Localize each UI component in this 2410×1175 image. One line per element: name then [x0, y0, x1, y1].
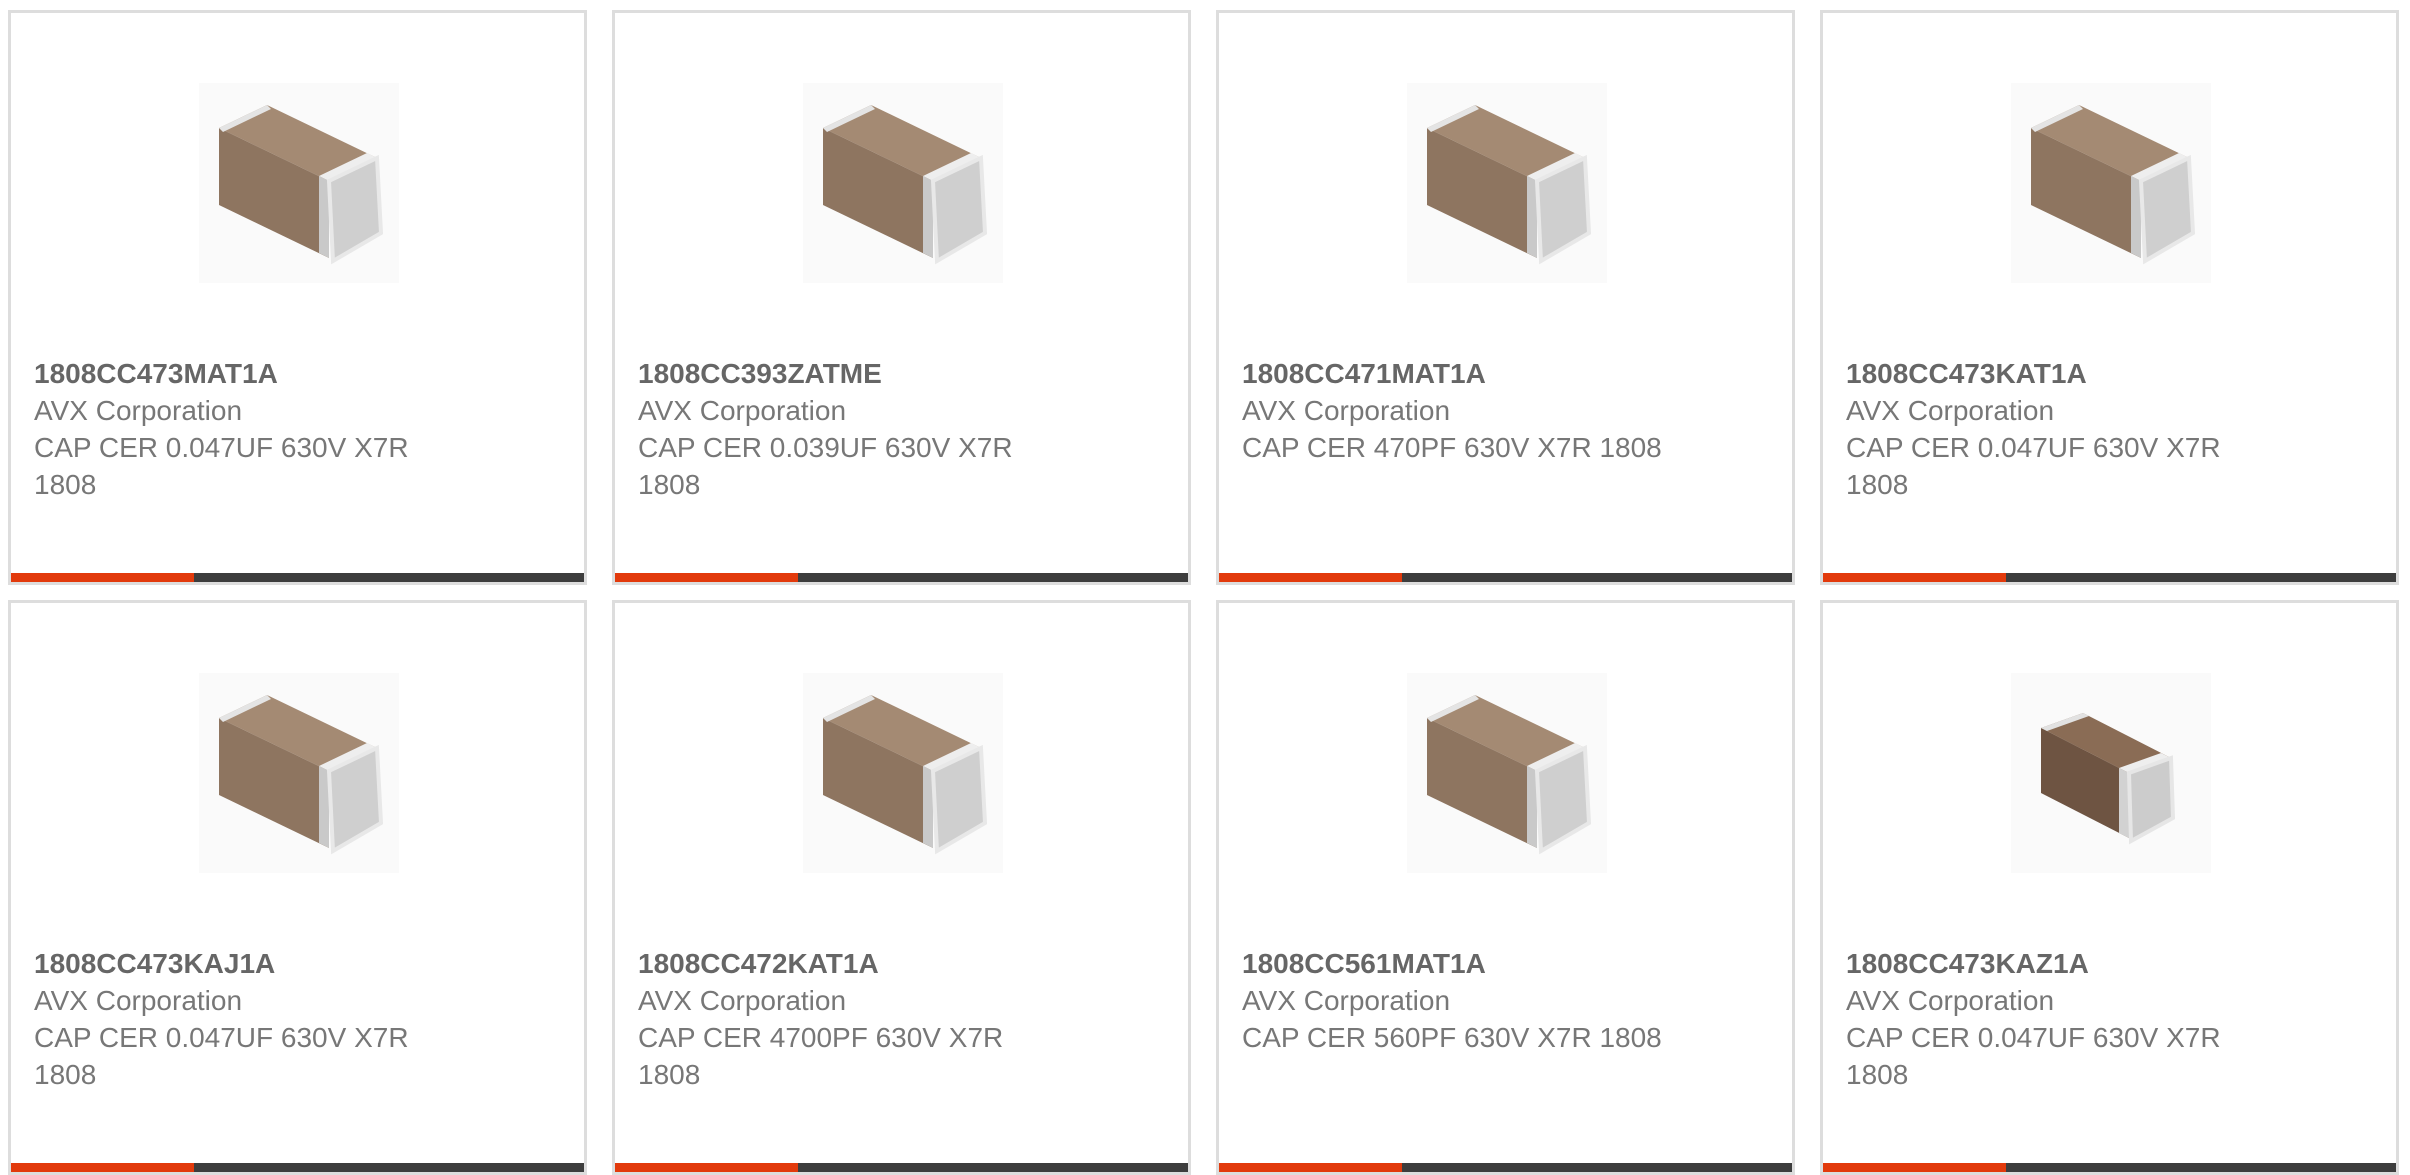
card-footer-bar	[1219, 573, 1792, 582]
product-card[interactable]: 1808CC472KAT1A AVX Corporation CAP CER 4…	[612, 600, 1191, 1175]
manufacturer-name: AVX Corporation	[1242, 985, 1451, 1016]
accent-bar	[1219, 1163, 1402, 1172]
accent-bar	[615, 573, 798, 582]
part-number-link[interactable]: 1808CC471MAT1A	[1242, 355, 1672, 392]
product-description: CAP CER 0.047UF 630V X7R 1808	[34, 1022, 409, 1090]
product-info: 1808CC393ZATME AVX Corporation CAP CER 0…	[638, 355, 1068, 503]
part-number-link[interactable]: 1808CC473KAZ1A	[1846, 945, 2276, 982]
accent-bar	[1219, 573, 1402, 582]
product-info: 1808CC473KAZ1A AVX Corporation CAP CER 0…	[1846, 945, 2276, 1093]
product-description: CAP CER 0.039UF 630V X7R 1808	[638, 432, 1013, 500]
accent-bar	[11, 573, 194, 582]
accent-bar	[1823, 573, 2006, 582]
product-description: CAP CER 560PF 630V X7R 1808	[1242, 1022, 1662, 1053]
card-footer-bar	[11, 573, 584, 582]
product-description: CAP CER 4700PF 630V X7R 1808	[638, 1022, 1004, 1090]
product-description: CAP CER 470PF 630V X7R 1808	[1242, 432, 1662, 463]
product-card[interactable]: 1808CC473MAT1A AVX Corporation CAP CER 0…	[8, 10, 587, 585]
product-card[interactable]: 1808CC393ZATME AVX Corporation CAP CER 0…	[612, 10, 1191, 585]
part-number-link[interactable]: 1808CC561MAT1A	[1242, 945, 1672, 982]
product-description: CAP CER 0.047UF 630V X7R 1808	[1846, 432, 2221, 500]
product-card[interactable]: 1808CC473KAJ1A AVX Corporation CAP CER 0…	[8, 600, 587, 1175]
ceramic-capacitor-icon[interactable]	[1407, 83, 1607, 283]
part-number-link[interactable]: 1808CC473KAJ1A	[34, 945, 464, 982]
ceramic-capacitor-icon[interactable]	[2011, 83, 2211, 283]
ceramic-capacitor-icon[interactable]	[1407, 673, 1607, 873]
product-description: CAP CER 0.047UF 630V X7R 1808	[34, 432, 409, 500]
part-number-link[interactable]: 1808CC473KAT1A	[1846, 355, 2276, 392]
product-info: 1808CC561MAT1A AVX Corporation CAP CER 5…	[1242, 945, 1672, 1056]
manufacturer-name: AVX Corporation	[1846, 985, 2055, 1016]
ceramic-capacitor-icon[interactable]	[803, 83, 1003, 283]
manufacturer-name: AVX Corporation	[638, 395, 847, 426]
part-number-link[interactable]: 1808CC473MAT1A	[34, 355, 464, 392]
product-description: CAP CER 0.047UF 630V X7R 1808	[1846, 1022, 2221, 1090]
product-card[interactable]: 1808CC561MAT1A AVX Corporation CAP CER 5…	[1216, 600, 1795, 1175]
part-number-link[interactable]: 1808CC393ZATME	[638, 355, 1068, 392]
accent-bar	[615, 1163, 798, 1172]
product-info: 1808CC473KAT1A AVX Corporation CAP CER 0…	[1846, 355, 2276, 503]
dark-ceramic-capacitor-icon[interactable]	[2011, 673, 2211, 873]
ceramic-capacitor-icon[interactable]	[803, 673, 1003, 873]
product-info: 1808CC473KAJ1A AVX Corporation CAP CER 0…	[34, 945, 464, 1093]
manufacturer-name: AVX Corporation	[34, 985, 243, 1016]
product-card[interactable]: 1808CC471MAT1A AVX Corporation CAP CER 4…	[1216, 10, 1795, 585]
card-footer-bar	[615, 1163, 1188, 1172]
manufacturer-name: AVX Corporation	[638, 985, 847, 1016]
card-footer-bar	[1823, 1163, 2396, 1172]
manufacturer-name: AVX Corporation	[34, 395, 243, 426]
accent-bar	[1823, 1163, 2006, 1172]
product-info: 1808CC471MAT1A AVX Corporation CAP CER 4…	[1242, 355, 1672, 466]
part-number-link[interactable]: 1808CC472KAT1A	[638, 945, 1068, 982]
product-grid: 1808CC473MAT1A AVX Corporation CAP CER 0…	[8, 10, 2399, 1175]
product-info: 1808CC473MAT1A AVX Corporation CAP CER 0…	[34, 355, 464, 503]
card-footer-bar	[1823, 573, 2396, 582]
card-footer-bar	[11, 1163, 584, 1172]
manufacturer-name: AVX Corporation	[1846, 395, 2055, 426]
card-footer-bar	[1219, 1163, 1792, 1172]
accent-bar	[11, 1163, 194, 1172]
product-card[interactable]: 1808CC473KAT1A AVX Corporation CAP CER 0…	[1820, 10, 2399, 585]
product-info: 1808CC472KAT1A AVX Corporation CAP CER 4…	[638, 945, 1068, 1093]
manufacturer-name: AVX Corporation	[1242, 395, 1451, 426]
ceramic-capacitor-icon[interactable]	[199, 83, 399, 283]
card-footer-bar	[615, 573, 1188, 582]
product-card[interactable]: 1808CC473KAZ1A AVX Corporation CAP CER 0…	[1820, 600, 2399, 1175]
ceramic-capacitor-icon[interactable]	[199, 673, 399, 873]
